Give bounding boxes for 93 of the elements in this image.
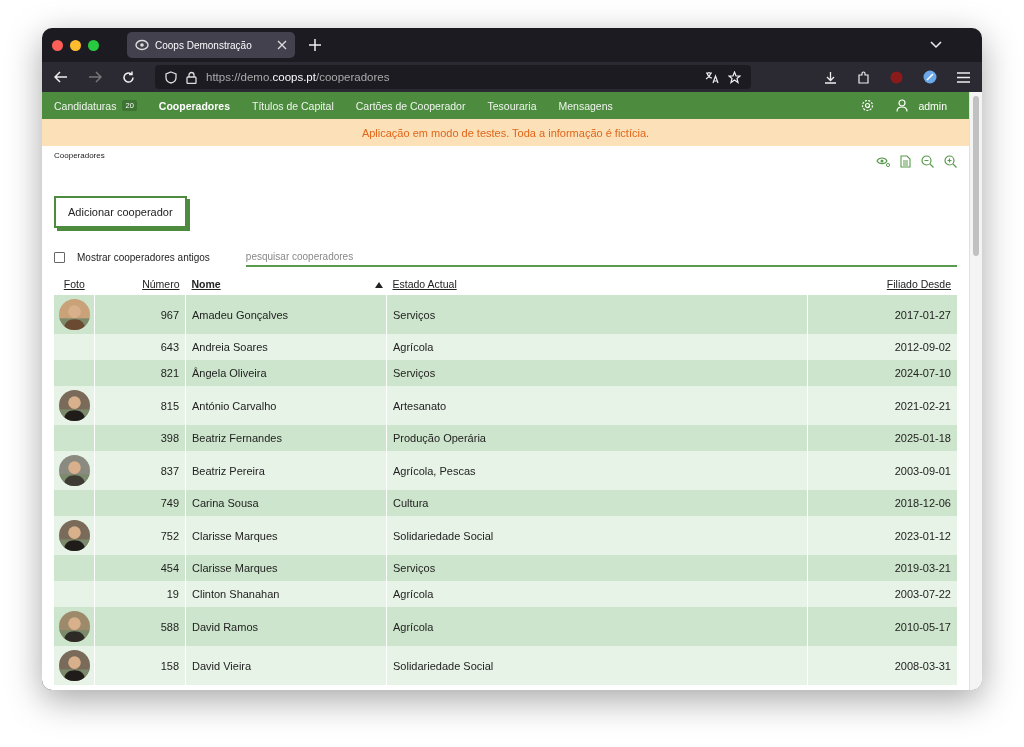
test-mode-banner: Aplicação em modo de testes. Toda a informação é fictícia.	[42, 119, 969, 146]
table-cell: 643	[94, 334, 186, 360]
table-cell: David Ramos	[185, 607, 387, 646]
new-tab-icon[interactable]	[309, 39, 321, 51]
nav-link[interactable]: Cartões de Cooperador	[355, 99, 466, 112]
table-cell: 2024-07-10	[807, 360, 957, 386]
column-header[interactable]: Nome	[191, 278, 221, 290]
forward-icon[interactable]	[88, 71, 102, 83]
extension-icon[interactable]	[923, 70, 937, 84]
table-cell: 19	[94, 581, 186, 607]
table-cell: Serviços	[386, 360, 808, 386]
table-cell: 2018-12-06	[807, 490, 957, 516]
table-cell: 2023-01-12	[807, 516, 957, 555]
table-cell: 2008-03-31	[807, 646, 957, 685]
sort-ascending-icon[interactable]	[374, 282, 383, 288]
table-cell: Amadeu Gonçalves	[185, 295, 387, 334]
table-cell: 2012-09-02	[807, 334, 957, 360]
spreadsheet-icon[interactable]	[900, 155, 911, 168]
table-cell: 815	[94, 386, 186, 425]
table-cell: 2021-02-21	[807, 386, 957, 425]
table-cell: 588	[94, 607, 186, 646]
chevron-down-icon[interactable]	[930, 41, 942, 49]
table-cell: 2003-07-22	[807, 581, 957, 607]
close-window-icon[interactable]	[52, 39, 63, 51]
address-field[interactable]: https://demo.coops.pt/cooperadores	[155, 65, 751, 89]
table-cell: 158	[94, 646, 186, 685]
tab-title: Coops Demonstração	[155, 39, 253, 51]
nav-link[interactable]: Tesouraria	[487, 99, 537, 112]
column-header[interactable]: Filiado Desde	[886, 278, 951, 290]
breadcrumb: Cooperadores	[54, 151, 105, 160]
table-cell: Solidariedade Social	[386, 646, 808, 685]
scrollbar[interactable]	[969, 92, 982, 690]
table-cell: Cultura	[386, 490, 808, 516]
maximize-window-icon[interactable]	[88, 39, 99, 51]
table-cell: Beatriz Fernandes	[185, 425, 387, 451]
table-cell: Clarisse Marques	[185, 555, 387, 581]
table-cell: 454	[94, 555, 186, 581]
column-header[interactable]: Número	[142, 278, 180, 290]
table-cell: Solidariedade Social	[386, 516, 808, 555]
url-text: https://demo.coops.pt/cooperadores	[206, 71, 390, 83]
table-cell: Agrícola, Pescas	[386, 451, 808, 490]
table-cell: 2010-05-17	[807, 607, 957, 646]
table-cell: 2003-09-01	[807, 451, 957, 490]
shield-icon	[165, 70, 177, 84]
table-cell: 967	[94, 295, 186, 334]
table-cell: Clarisse Marques	[185, 516, 387, 555]
table-cell: Agrícola	[386, 607, 808, 646]
table-cell: 2017-01-27	[807, 295, 957, 334]
add-cooperator-button[interactable]: Adicionar cooperador	[54, 196, 187, 228]
table-cell: 2025-01-18	[807, 425, 957, 451]
column-header[interactable]: Estado Actual	[392, 278, 457, 290]
eye-icon[interactable]	[876, 155, 890, 167]
browser-tab[interactable]: Coops Demonstração	[127, 32, 295, 58]
zoom-in-icon[interactable]	[944, 155, 957, 168]
column-header[interactable]: Foto	[63, 278, 85, 290]
minimize-window-icon[interactable]	[70, 39, 81, 51]
table-cell: Artesanato	[386, 386, 808, 425]
table-cell: Serviços	[386, 295, 808, 334]
table-cell: David Vieira	[185, 646, 387, 685]
download-icon[interactable]	[824, 70, 837, 84]
star-icon[interactable]	[728, 70, 741, 84]
table-cell: Carina Sousa	[185, 490, 387, 516]
reload-icon[interactable]	[122, 70, 135, 84]
table-cell: Beatriz Pereira	[185, 451, 387, 490]
logo-icon	[135, 39, 149, 51]
nav-link[interactable]: Títulos de Capital	[252, 99, 334, 112]
user-link[interactable]: admin	[918, 99, 947, 112]
table-cell: 821	[94, 360, 186, 386]
nav-link[interactable]: Mensagens	[558, 99, 613, 112]
translate-icon[interactable]	[705, 70, 719, 84]
settings-icon[interactable]	[861, 99, 875, 112]
table-cell: 749	[94, 490, 186, 516]
table-cell: António Carvalho	[185, 386, 387, 425]
lock-icon	[186, 70, 197, 84]
table-cell: Andreia Soares	[185, 334, 387, 360]
table-cell: 837	[94, 451, 186, 490]
back-icon[interactable]	[54, 71, 68, 83]
table-cell: 2019-03-21	[807, 555, 957, 581]
nav-link[interactable]: Cooperadores	[158, 99, 230, 112]
table-cell: Produção Operária	[386, 425, 808, 451]
table-cell: 752	[94, 516, 186, 555]
table-cell: Ângela Oliveira	[185, 360, 387, 386]
user-icon	[896, 99, 909, 112]
checkbox-label: Mostrar cooperadores antigos	[77, 252, 210, 263]
close-icon[interactable]	[277, 40, 287, 50]
menu-icon[interactable]	[957, 71, 970, 83]
zoom-out-icon[interactable]	[921, 155, 934, 168]
table-cell: Serviços	[386, 555, 808, 581]
table-cell: Clinton Shanahan	[185, 581, 387, 607]
table-cell: 398	[94, 425, 186, 451]
table-cell: Agrícola	[386, 334, 808, 360]
checkbox[interactable]	[54, 252, 65, 263]
table-cell: Agrícola	[386, 581, 808, 607]
